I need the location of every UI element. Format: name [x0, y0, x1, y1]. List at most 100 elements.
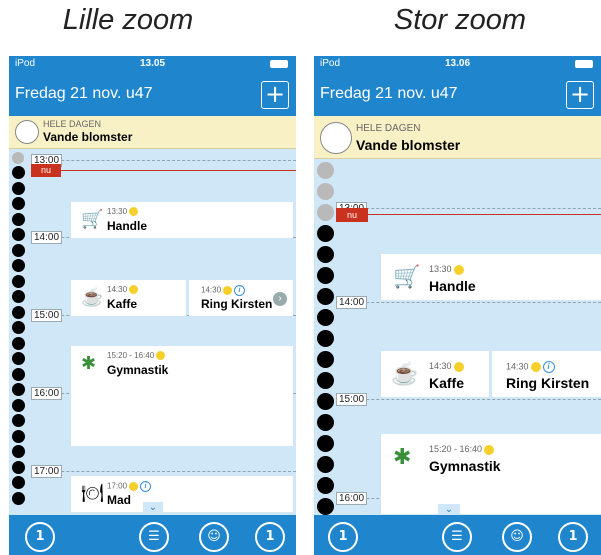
caption-small-zoom: Lille zoom: [62, 4, 194, 36]
alarm-icon: [129, 285, 139, 295]
phone-small-zoom: iPod 13.05 Fredag 21 nov. u47 + HELE DAG…: [9, 56, 296, 555]
hour-label: 14:00: [31, 231, 63, 244]
event-time: 14:30: [429, 361, 464, 372]
event-name: Gymnastik: [429, 458, 501, 474]
coffee-icon: ☕: [81, 287, 104, 307]
chevron-down-icon[interactable]: ⌄: [143, 502, 163, 514]
event-name: Handle: [429, 278, 476, 294]
event-gymnastik[interactable]: ✱ 15:20 - 16:40 Gymnastik: [71, 346, 293, 446]
event-handle[interactable]: 🛒 13:30 Handle: [381, 254, 601, 300]
timeline-dot: [12, 213, 25, 226]
event-name: Handle: [107, 219, 148, 233]
timeline-dot: [12, 290, 25, 303]
alarm-icon: [484, 444, 495, 455]
timeline-dot: [317, 435, 334, 452]
timeline-dot: [12, 321, 25, 334]
contacts-button[interactable]: ☺: [199, 522, 229, 552]
timeline-dot: [317, 204, 334, 221]
event-time: 13:30: [429, 264, 464, 275]
event-time: 15:20 - 16:40: [429, 444, 495, 455]
event-gymnastik[interactable]: ✱ 15:20 - 16:40 Gymnastik: [381, 434, 601, 514]
hour-label: 16:00: [336, 492, 368, 505]
timeline-dot: [12, 197, 25, 210]
add-button[interactable]: +: [566, 81, 594, 109]
hour-line: [336, 208, 601, 209]
now-line: [336, 214, 601, 215]
timeline-dot: [12, 414, 25, 427]
add-button[interactable]: +: [261, 81, 289, 109]
list-view-button[interactable]: ☰: [139, 522, 169, 552]
timeline-dot: [12, 368, 25, 381]
hour-line: [336, 399, 601, 400]
timeline-dot: [12, 259, 25, 272]
event-time: 13:30: [107, 207, 139, 217]
timeline-dot: [317, 162, 334, 179]
hour-label: 16:00: [31, 387, 63, 400]
timeline-dot: [317, 456, 334, 473]
timeline-dot: [317, 498, 334, 515]
timeline-dot: [317, 288, 334, 305]
caption-large-zoom: Stor zoom: [393, 4, 527, 36]
info-icon: i: [542, 361, 555, 373]
event-handle[interactable]: 🛒 13:30 Handle: [71, 202, 293, 238]
event-mad[interactable]: 🍽 17:00 i Mad: [71, 476, 293, 512]
event-name: Ring Kirsten: [506, 375, 590, 391]
nav-bar: Fredag 21 nov. u47 +: [314, 72, 601, 116]
chevron-right-icon[interactable]: ›: [273, 292, 287, 306]
timeline-dot: [12, 445, 25, 458]
alarm-icon: [453, 361, 464, 372]
timeline-dot: [12, 182, 25, 195]
hour-label: 17:00: [31, 465, 63, 478]
allday-title: Vande blomster: [43, 130, 133, 144]
date-title: Fredag 21 nov. u47: [320, 85, 458, 102]
timeline-dot: [317, 330, 334, 347]
exercise-icon: ✱: [81, 353, 97, 373]
list-view-button[interactable]: ☰: [442, 522, 472, 552]
watering-icon: [15, 120, 39, 144]
timeline-dot: [317, 393, 334, 410]
timeline-dot: [317, 309, 334, 326]
hour-line: [31, 471, 296, 472]
timeline-dot: [317, 183, 334, 200]
hour-label: 14:00: [336, 296, 368, 309]
event-kaffe[interactable]: ☕ 14:30 Kaffe: [381, 351, 489, 397]
event-ring-kirsten[interactable]: 14:30 i Ring Kirsten: [492, 351, 601, 397]
next-week-button[interactable]: 1: [558, 522, 588, 552]
event-time: 14:30: [107, 285, 139, 295]
timeline-dot: [12, 476, 25, 489]
alarm-icon: [129, 207, 139, 217]
event-name: Gymnastik: [107, 363, 169, 377]
timeline-dot: [12, 383, 25, 396]
timeline-dot: [12, 275, 25, 288]
timeline-dot: [317, 246, 334, 263]
allday-banner[interactable]: HELE DAGEN Vande blomster: [9, 116, 296, 149]
shopping-cart-icon: 🛒: [81, 209, 104, 229]
timeline-dot: [12, 306, 25, 319]
info-icon: i: [234, 285, 246, 296]
contacts-button[interactable]: ☺: [502, 522, 532, 552]
event-ring-kirsten[interactable]: 14:30 i Ring Kirsten ›: [189, 280, 293, 316]
event-time: 14:30 i: [506, 361, 555, 373]
phone-large-zoom: iPod 13.06 Fredag 21 nov. u47 + HELE DAG…: [314, 56, 601, 555]
now-tag: nu: [31, 164, 61, 177]
timeline-dot: [317, 225, 334, 242]
now-tag: nu: [336, 208, 368, 222]
event-name: Kaffe: [107, 297, 138, 311]
hour-line: [336, 302, 601, 303]
timeline-dot: [12, 461, 25, 474]
timeline-dot: [317, 477, 334, 494]
previous-week-button[interactable]: 1: [328, 522, 358, 552]
event-kaffe[interactable]: ☕ 14:30 Kaffe: [71, 280, 186, 316]
event-time: 14:30 i: [201, 285, 246, 296]
clock: 13.05: [139, 58, 166, 69]
nav-bar: Fredag 21 nov. u47 +: [9, 72, 296, 116]
watering-icon: [320, 122, 352, 154]
info-icon: i: [140, 481, 152, 492]
allday-banner[interactable]: HELE DAGEN Vande blomster: [314, 116, 601, 159]
next-week-button[interactable]: 1: [255, 522, 285, 552]
timeline-dot: [317, 267, 334, 284]
timeline-dot: [12, 430, 25, 443]
previous-week-button[interactable]: 1: [25, 522, 55, 552]
event-name: Ring Kirsten: [201, 297, 273, 311]
timeline-dot: [12, 399, 25, 412]
